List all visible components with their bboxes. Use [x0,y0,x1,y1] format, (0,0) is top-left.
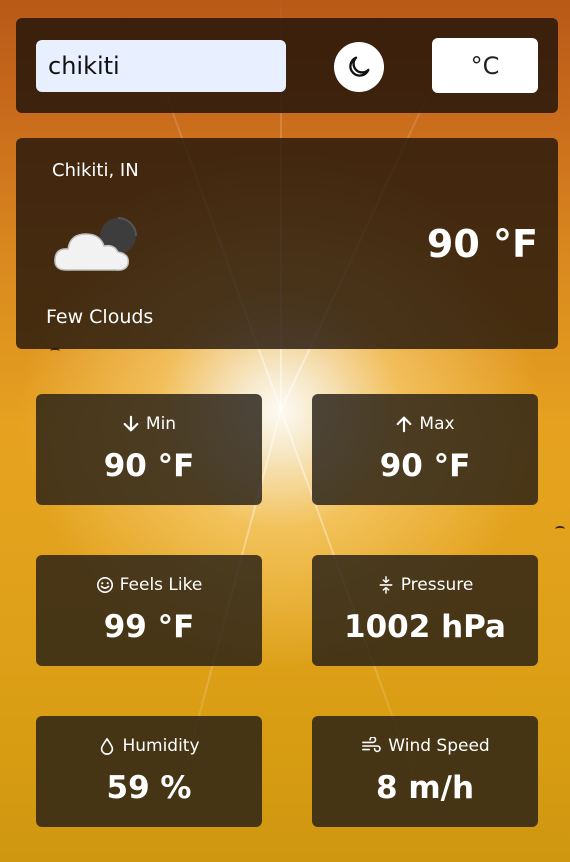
max-temp-card: Max 90 °F [312,394,538,505]
unit-toggle-button[interactable]: °C [432,38,538,93]
pressure-card: Pressure 1002 hPa [312,555,538,666]
wind-speed-label: Wind Speed [388,736,490,756]
wind-icon [362,737,382,753]
min-temp-card: Min 90 °F [36,394,262,505]
max-label: Max [419,414,455,434]
humidity-card: Humidity 59 % [36,716,262,827]
wind-speed-value: 8 m/h [375,770,475,806]
feels-like-value: 99 °F [103,609,195,645]
current-weather-card: Chikiti, IN Few Clouds 90 °F [16,138,558,349]
humidity-label: Humidity [122,736,200,756]
current-temperature: 90 °F [426,222,538,266]
city-search-input[interactable]: chikiti [36,40,286,92]
arrow-down-icon [123,415,139,432]
top-bar: chikiti °C [16,18,558,113]
wind-speed-card: Wind Speed 8 m/h [312,716,538,827]
humidity-value: 59 % [106,770,192,806]
moon-icon [349,56,370,77]
min-label: Min [145,414,177,434]
bird-silhouette [555,526,565,532]
pressure-label: Pressure [400,575,474,595]
pressure-value: 1002 hPa [344,609,506,645]
theme-toggle-button[interactable] [334,42,384,92]
pressure-icon [379,576,393,594]
droplet-icon [101,737,114,755]
weather-condition: Few Clouds [46,306,154,328]
min-value: 90 °F [103,448,195,484]
feels-like-card: Feels Like 99 °F [36,555,262,666]
smile-icon [96,576,113,594]
few-clouds-night-icon [52,214,142,278]
feels-like-label: Feels Like [119,575,203,595]
arrow-up-icon [397,416,412,433]
max-value: 90 °F [379,448,471,484]
location-name: Chikiti, IN [52,160,139,181]
